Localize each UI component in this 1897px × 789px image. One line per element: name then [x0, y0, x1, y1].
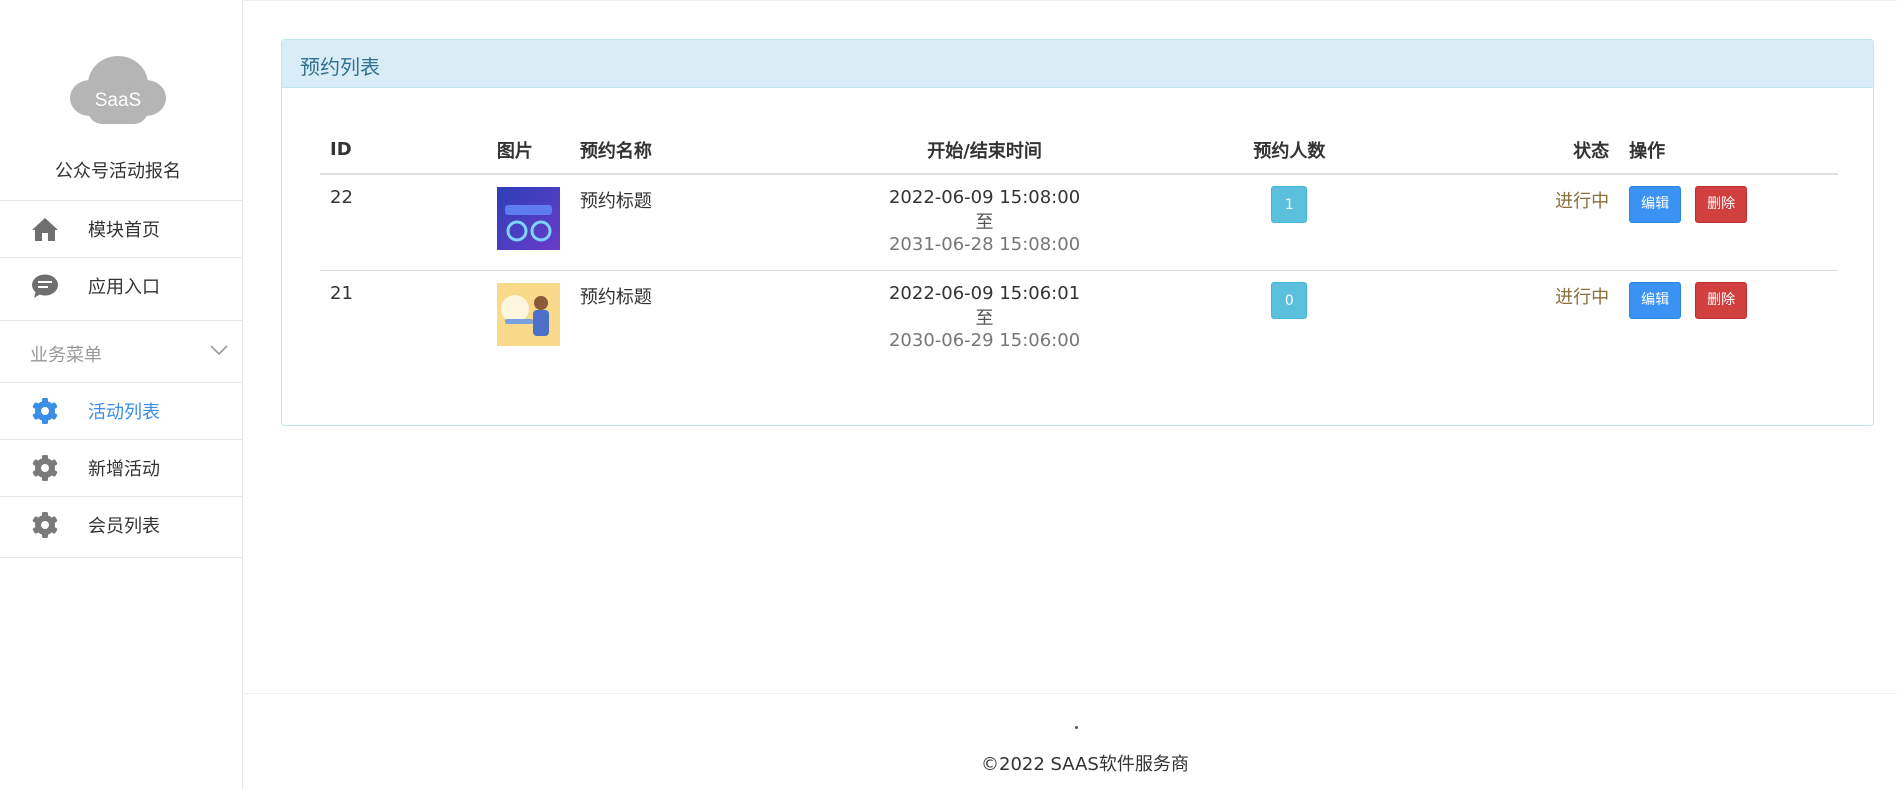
- column-header-time: 开始/结束时间: [829, 126, 1140, 175]
- row-id: 22: [320, 174, 487, 271]
- footer-copyright: ©2022 SAAS软件服务商: [981, 754, 1189, 775]
- table-header-row: ID 图片 预约名称 开始/结束时间 预约人数 状态 操作: [320, 126, 1838, 175]
- edit-button[interactable]: 编辑: [1629, 186, 1682, 223]
- logo-area: SaaS 公众号活动报名: [0, 0, 242, 200]
- column-header-id: ID: [320, 126, 487, 175]
- panel-title: 预约列表: [300, 55, 380, 79]
- panel-header: 预约列表: [282, 40, 1873, 88]
- reservation-thumbnail: [496, 187, 560, 250]
- column-header-status: 状态: [1439, 126, 1620, 175]
- row-start-time: 2022-06-09 15:06:01: [888, 282, 1081, 304]
- sidebar-item-label: 活动列表: [88, 402, 160, 423]
- edit-button[interactable]: 编辑: [1629, 281, 1682, 319]
- footer-divider: [242, 693, 1897, 694]
- column-header-actions: 操作: [1619, 126, 1838, 175]
- chevron-down-icon: [210, 345, 228, 356]
- row-id: 21: [330, 282, 353, 304]
- sidebar-item-app-entry[interactable]: 应用入口: [0, 257, 242, 314]
- delete-button[interactable]: 删除: [1695, 281, 1748, 319]
- column-header-name: 预约名称: [569, 126, 830, 175]
- row-name: 预约标题: [579, 286, 652, 308]
- row-status-cell: 进行中: [1439, 270, 1619, 366]
- status-text: 进行中: [1555, 286, 1610, 308]
- delete-button[interactable]: 删除: [1695, 186, 1748, 223]
- table-row: 21 预约标题 2022-06-09 15:06:01 至 2030-06-29…: [320, 270, 1838, 366]
- status-text: 进行中: [1555, 191, 1610, 212]
- row-image-cell: [487, 270, 570, 366]
- column-header-count: 预约人数: [1139, 126, 1440, 175]
- chat-bubble-icon: [30, 271, 60, 301]
- table-row: 22 预约标题 2022-06-09 15:08:00 至 2031-06-28…: [320, 174, 1838, 271]
- sidebar-item-label: 新增活动: [88, 459, 160, 480]
- sidebar-item-home[interactable]: 模块首页: [0, 200, 242, 257]
- reservation-thumbnail: [496, 282, 560, 346]
- row-end-time: 2030-06-29 15:06:00: [888, 329, 1081, 351]
- row-status-cell: 进行中: [1439, 174, 1620, 271]
- gear-icon: [30, 453, 60, 483]
- sidebar-group-business-menu[interactable]: 业务菜单: [0, 320, 242, 382]
- logo-text: SaaS: [95, 90, 141, 111]
- reservation-count-badge[interactable]: 1: [1271, 186, 1308, 223]
- sidebar-item-label: 会员列表: [88, 516, 160, 537]
- row-count-cell: 1: [1139, 174, 1440, 271]
- reservation-table: ID 图片 预约名称 开始/结束时间 预约人数 状态 操作 22 预约标题 20…: [320, 126, 1838, 366]
- footer-dot: [1075, 726, 1078, 729]
- sidebar-divider: [0, 557, 242, 558]
- row-count-cell: 0: [1139, 270, 1439, 366]
- row-start-time: 2022-06-09 15:08:00: [888, 187, 1081, 208]
- sidebar-group-label: 业务菜单: [30, 345, 102, 366]
- sidebar-item-member-list[interactable]: 会员列表: [0, 496, 242, 553]
- row-actions: 编辑 删除: [1619, 270, 1838, 366]
- home-icon: [30, 214, 60, 244]
- row-name: 预约标题: [569, 174, 830, 271]
- saas-cloud-logo: SaaS: [70, 56, 166, 124]
- gear-icon: [30, 396, 60, 426]
- row-time: 2022-06-09 15:08:00 至 2031-06-28 15:08:0…: [829, 174, 1140, 271]
- row-time: 2022-06-09 15:06:01 至 2030-06-29 15:06:0…: [830, 270, 1140, 366]
- reservation-count-badge[interactable]: 0: [1271, 281, 1308, 319]
- app-name: 公众号活动报名: [55, 161, 181, 182]
- row-image-cell: [486, 174, 570, 271]
- sidebar-item-activity-list[interactable]: 活动列表: [0, 382, 242, 439]
- column-header-image: 图片: [486, 126, 570, 175]
- sidebar-item-add-activity[interactable]: 新增活动: [0, 439, 242, 496]
- sidebar-item-label: 模块首页: [88, 220, 160, 241]
- top-divider: [242, 0, 1897, 1]
- sidebar: SaaS 公众号活动报名 模块首页 应用入口 业务菜单 活动列表 新增活动 会员…: [0, 0, 243, 789]
- reservation-list-panel: 预约列表 ID 图片 预约名称 开始/结束时间 预约人数 状态 操作 22 预约…: [281, 39, 1874, 426]
- row-time-separator: 至: [975, 307, 994, 329]
- row-time-separator: 至: [975, 212, 994, 233]
- sidebar-item-label: 应用入口: [88, 277, 160, 298]
- row-end-time: 2031-06-28 15:08:00: [888, 234, 1081, 255]
- gear-icon: [30, 510, 60, 540]
- row-actions: 编辑 删除: [1619, 174, 1838, 271]
